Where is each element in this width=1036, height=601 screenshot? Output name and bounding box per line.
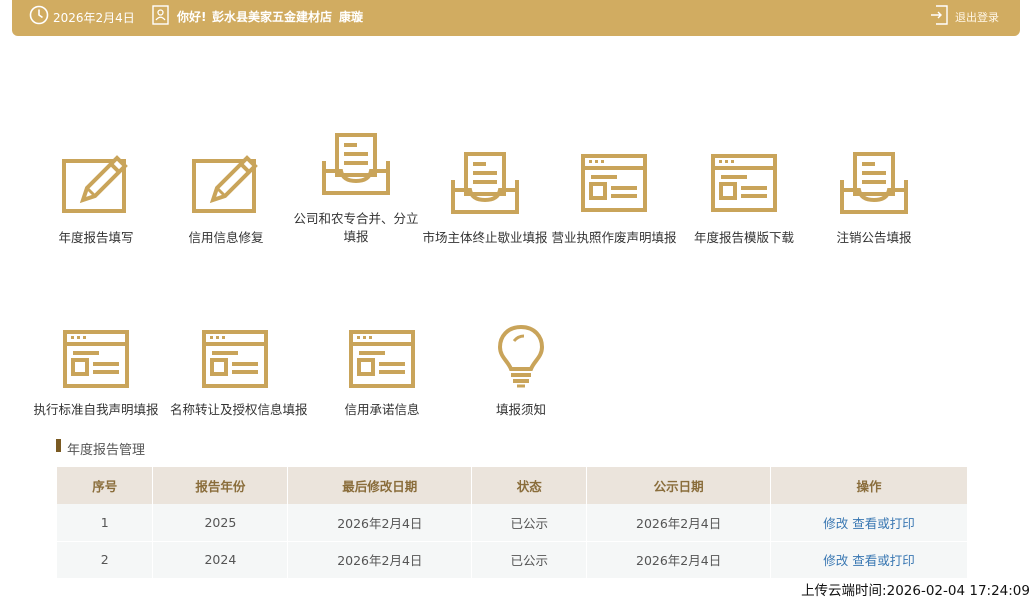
tile-merger-split[interactable]: 公司和农专合并、分立填报 [291, 131, 421, 246]
cell-year: 2024 [152, 540, 289, 579]
cell-status: 已公示 [471, 540, 588, 579]
cell-status: 已公示 [471, 504, 588, 542]
greeting: 你好! [177, 10, 207, 24]
cell-actions: 修改 查看或打印 [770, 504, 968, 542]
inbox-icon [321, 131, 391, 197]
cell-no: 2 [57, 540, 154, 579]
edit-link[interactable]: 修改 [823, 516, 848, 531]
col-header: 序号 [57, 467, 154, 504]
view-print-link[interactable]: 查看或打印 [852, 553, 915, 568]
tile-label: 营业执照作废声明填报 [551, 230, 677, 245]
cell-modified: 2026年2月4日 [287, 540, 473, 579]
col-header: 最后修改日期 [287, 467, 473, 504]
cell-actions: 修改 查看或打印 [770, 540, 968, 579]
upload-timestamp: 上传云端时间:2026-02-04 17:24:09 [801, 583, 1030, 599]
cell-no: 1 [57, 504, 154, 542]
cell-year: 2025 [152, 504, 289, 542]
tile-label: 市场主体终止歇业填报 [422, 230, 548, 245]
tile-template-download[interactable]: 年度报告模版下载 [679, 150, 809, 247]
col-header: 公示日期 [586, 467, 772, 504]
clock-icon [29, 5, 49, 25]
cell-publish-date: 2026年2月4日 [586, 504, 772, 542]
col-header: 操作 [770, 467, 968, 504]
form-icon [579, 150, 649, 216]
tile-label: 年度报告填写 [58, 230, 134, 245]
cell-publish-date: 2026年2月4日 [586, 540, 772, 579]
edit-icon [61, 150, 131, 216]
company-name: 彭水县美家五金建材店 [212, 10, 333, 24]
logout-icon[interactable] [930, 5, 948, 25]
view-print-link[interactable]: 查看或打印 [852, 516, 915, 531]
current-date: 2026年2月4日 [53, 11, 135, 25]
form-icon [709, 150, 779, 216]
tile-cancellation-notice[interactable]: 注销公告填报 [809, 150, 939, 247]
tile-label: 注销公告填报 [836, 230, 912, 245]
tile-standard-declaration[interactable]: 执行标准自我声明填报 [31, 326, 161, 419]
col-header: 报告年份 [152, 467, 289, 504]
inbox-icon [839, 150, 909, 216]
tile-label: 执行标准自我声明填报 [33, 402, 159, 417]
user-name: 康璇 [339, 10, 364, 24]
top-bar: 2026年2月4日 你好! 彭水县美家五金建材店 康璇 退出登录 [12, 0, 1020, 36]
tile-name-transfer[interactable]: 名称转让及授权信息填报 [170, 326, 308, 419]
tile-termination[interactable]: 市场主体终止歇业填报 [420, 150, 550, 247]
table-row: 2 2024 2026年2月4日 已公示 2026年2月4日 修改 查看或打印 [57, 540, 968, 579]
lightbulb-icon [486, 323, 556, 389]
tile-label: 年度报告模版下载 [693, 230, 794, 245]
form-icon [200, 326, 270, 392]
tile-label: 名称转让及授权信息填报 [170, 402, 308, 417]
form-icon [347, 326, 417, 392]
tile-license-void[interactable]: 营业执照作废声明填报 [549, 150, 679, 247]
tile-credit-repair[interactable]: 信用信息修复 [161, 150, 291, 247]
user-icon [152, 5, 169, 25]
tile-filing-notice[interactable]: 填报须知 [456, 323, 586, 419]
tile-label: 信用承诺信息 [344, 402, 420, 417]
col-header: 状态 [471, 467, 588, 504]
tile-label: 公司和农专合并、分立填报 [293, 211, 419, 244]
section-marker [56, 439, 61, 452]
inbox-icon [450, 150, 520, 216]
tile-credit-commitment[interactable]: 信用承诺信息 [317, 326, 447, 419]
cell-modified: 2026年2月4日 [287, 504, 473, 542]
table-row: 1 2025 2026年2月4日 已公示 2026年2月4日 修改 查看或打印 [57, 504, 968, 542]
tile-label: 填报须知 [495, 402, 546, 417]
table-header-row: 序号 报告年份 最后修改日期 状态 公示日期 操作 [57, 467, 968, 504]
form-icon [61, 326, 131, 392]
edit-link[interactable]: 修改 [823, 553, 848, 568]
tile-label: 信用信息修复 [188, 230, 264, 245]
edit-icon [191, 150, 261, 216]
annual-report-table: 序号 报告年份 最后修改日期 状态 公示日期 操作 1 2025 2026年2月… [57, 467, 968, 579]
logout-link[interactable]: 退出登录 [955, 9, 999, 25]
tile-annual-report-fill[interactable]: 年度报告填写 [31, 150, 161, 247]
